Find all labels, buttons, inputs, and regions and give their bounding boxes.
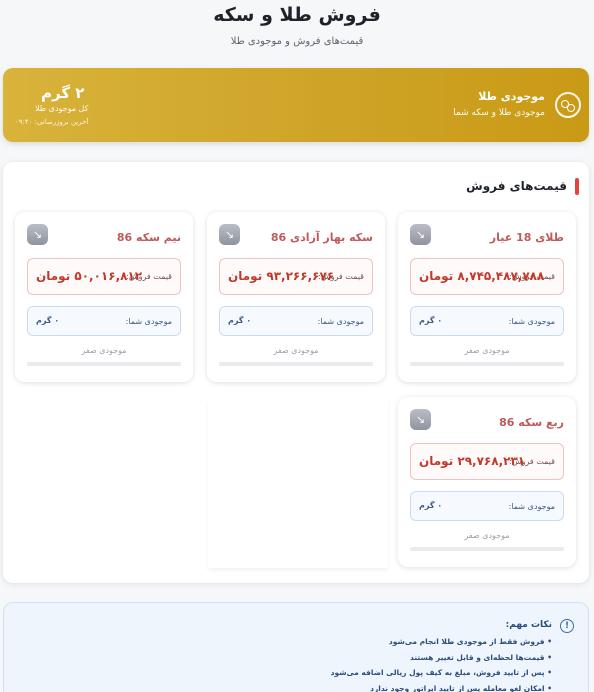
important-notes: ! نکات مهم: فروش فقط از موجودی طلا انجام… [3,602,589,692]
trend-down-icon: ↘ [32,228,43,241]
price-box: قیمت فروش: ۸,۷۴۵,۴۸۷,۷۸۸ تومان [410,258,564,295]
stock-label: موجودی شما: [508,317,555,326]
zero-stock-text: موجودی صفر [273,346,319,355]
price-card-gold18: طلای 18 عیار ↘ قیمت فروش: ۸,۷۴۵,۴۸۷,۷۸۸ … [398,212,576,382]
page-subtitle: قیمت‌های فروش و موجودی طلا [230,36,364,47]
stock-box: موجودی شما: ۰ گرم [219,306,373,336]
card-title: طلای 18 عیار [489,231,564,244]
gold-balance-label: کل موجودی طلا [35,104,89,113]
stock-box: موجودی شما: ۰ گرم [27,306,181,336]
page-title: فروش طلا و سکه [213,4,381,26]
price-box: قیمت فروش: ۵۰,۰۱۶,۸۱۲ تومان [27,258,181,295]
stock-progress-bar [410,547,564,551]
price-box: قیمت فروش: ۲۹,۷۶۸,۲۳۱ تومان [410,443,564,480]
zero-stock-text: موجودی صفر [464,346,510,355]
section-title: قیمت‌های فروش [466,179,567,193]
note-item: پس از تایید فروش، مبلغ به کیف پول ریالی … [331,668,552,677]
zero-stock-text: موجودی صفر [81,346,127,355]
stock-progress-bar [27,362,181,366]
stock-label: موجودی شما: [125,317,172,326]
notes-title: نکات مهم: [505,620,552,630]
prices-panel: قیمت‌های فروش طلای 18 عیار ↘ قیمت فروش: … [3,162,589,583]
note-item: امکان لغو معامله پس از تایید اپراتور وجو… [331,684,552,692]
gold-balance-banner: موجودی طلا موجودی طلا و سکه شما ۲ گرم کل… [3,68,589,142]
card-title: ربع سکه 86 [499,416,564,429]
coins-icon [555,92,581,118]
price-value: ۹۳,۲۶۶,۶۷۶ تومان [228,269,335,283]
stock-box: موجودی شما: ۰ گرم [410,306,564,336]
price-value: ۲۹,۷۶۸,۲۳۱ تومان [419,454,526,468]
trend-down-icon: ↘ [415,413,426,426]
price-value: ۵۰,۰۱۶,۸۱۲ تومان [36,269,143,283]
stock-box: موجودی شما: ۰ گرم [410,491,564,521]
sell-trend-button[interactable]: ↘ [410,224,431,245]
sell-trend-button[interactable]: ↘ [219,224,240,245]
stock-value: ۰ گرم [228,316,252,325]
sell-trend-button[interactable]: ↘ [27,224,48,245]
zero-stock-text: موجودی صفر [464,531,510,540]
trend-down-icon: ↘ [224,228,235,241]
stock-value: ۰ گرم [419,501,443,510]
price-card-rob-sekke: ربع سکه 86 ↘ قیمت فروش: ۲۹,۷۶۸,۲۳۱ تومان… [398,397,576,567]
gold-balance-amount: ۲ گرم [41,84,85,102]
last-update-text: آخرین بروزرسانی: ۰۹:۴۰ [15,118,89,126]
card-title: سکه بهار آزادی 86 [270,231,373,244]
info-icon: ! [560,619,574,633]
banner-description: موجودی طلا و سکه شما [453,108,545,118]
stock-value: ۰ گرم [419,316,443,325]
empty-grid-cell [208,400,388,568]
banner-label: موجودی طلا [478,90,545,103]
note-item: فروش فقط از موجودی طلا انجام می‌شود [331,637,552,646]
sell-trend-button[interactable]: ↘ [410,409,431,430]
price-card-bahar-azadi: سکه بهار آزادی 86 ↘ قیمت فروش: ۹۳,۲۶۶,۶۷… [207,212,385,382]
notes-list: فروش فقط از موجودی طلا انجام می‌شود قیمت… [331,637,552,692]
stock-progress-bar [219,362,373,366]
stock-progress-bar [410,362,564,366]
price-card-nim-sekke: نیم سکه 86 ↘ قیمت فروش: ۵۰,۰۱۶,۸۱۲ تومان… [15,212,193,382]
stock-label: موجودی شما: [317,317,364,326]
price-value: ۸,۷۴۵,۴۸۷,۷۸۸ تومان [419,269,545,283]
stock-label: موجودی شما: [508,502,555,511]
section-accent-bar [575,178,579,195]
note-item: قیمت‌ها لحظه‌ای و قابل تغییر هستند [331,653,552,662]
card-title: نیم سکه 86 [116,231,181,244]
price-box: قیمت فروش: ۹۳,۲۶۶,۶۷۶ تومان [219,258,373,295]
stock-value: ۰ گرم [36,316,60,325]
trend-down-icon: ↘ [415,228,426,241]
page: فروش طلا و سکه قیمت‌های فروش و موجودی طل… [0,0,594,692]
